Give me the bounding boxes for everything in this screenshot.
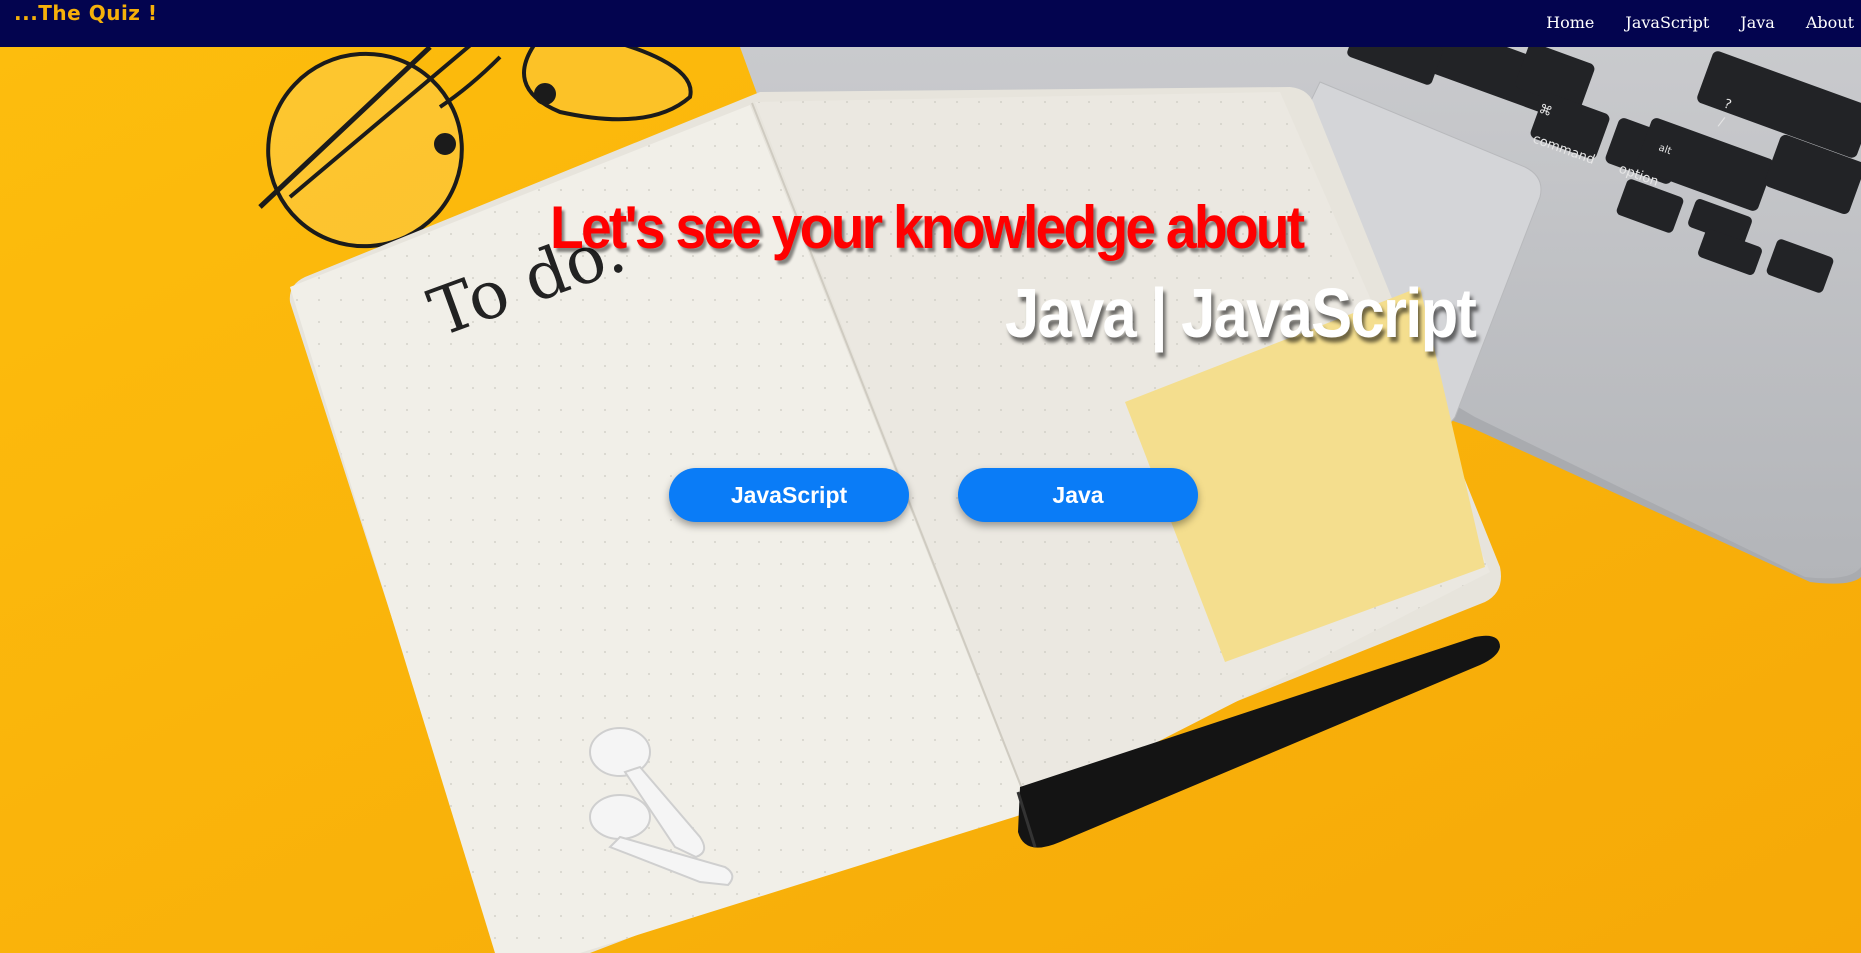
nav-link-home[interactable]: Home: [1546, 13, 1594, 32]
hero-headline: Let's see your knowledge about: [550, 194, 1305, 261]
navbar: ...The Quiz ! Home JavaScript Java About: [0, 0, 1861, 47]
javascript-quiz-button[interactable]: JavaScript: [669, 468, 909, 522]
brand-logo[interactable]: ...The Quiz !: [14, 1, 158, 25]
nav-link-about[interactable]: About: [1806, 13, 1854, 32]
nav-links: Home JavaScript Java About: [1515, 13, 1861, 32]
nav-link-java[interactable]: Java: [1740, 13, 1775, 32]
hero-subhead: Java | JavaScript: [1005, 274, 1477, 352]
nav-link-javascript[interactable]: JavaScript: [1625, 13, 1709, 32]
hero-background-photo: ⌘ command option alt ? / To do.: [0, 47, 1861, 953]
java-quiz-button[interactable]: Java: [958, 468, 1198, 522]
desk-scene: ⌘ command option alt ? / To do.: [0, 47, 1861, 953]
